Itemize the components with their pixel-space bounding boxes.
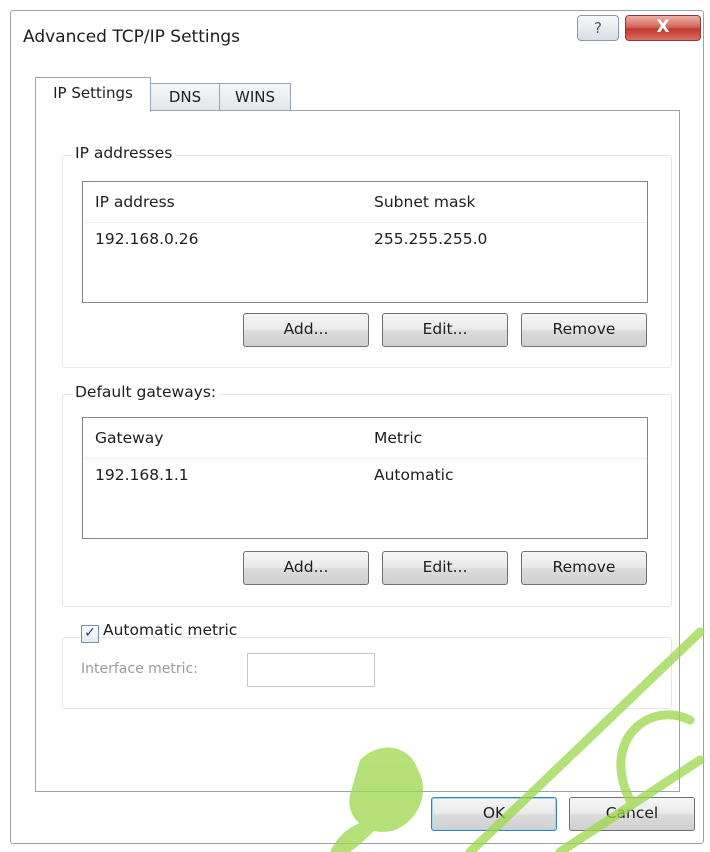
gateway-edit-button[interactable]: Edit... bbox=[382, 551, 508, 585]
window-title: Advanced TCP/IP Settings bbox=[23, 27, 241, 47]
ip-edit-button[interactable]: Edit... bbox=[382, 313, 508, 347]
help-icon: ? bbox=[594, 19, 602, 37]
tab-wins[interactable]: WINS bbox=[219, 83, 291, 110]
column-metric[interactable]: Metric bbox=[374, 429, 422, 447]
table-row[interactable]: 192.168.1.1 Automatic bbox=[83, 458, 647, 494]
close-icon: X bbox=[656, 17, 670, 37]
tab-label: IP Settings bbox=[53, 84, 133, 102]
advanced-tcpip-dialog: Advanced TCP/IP Settings ? X IP Settings… bbox=[10, 10, 704, 844]
gateway-list[interactable]: Gateway Metric 192.168.1.1 Automatic bbox=[82, 417, 648, 539]
automatic-metric-checkbox[interactable]: ✓ bbox=[81, 625, 99, 643]
gateway-add-button[interactable]: Add... bbox=[243, 551, 369, 585]
column-gateway[interactable]: Gateway bbox=[95, 429, 163, 447]
check-icon: ✓ bbox=[84, 625, 96, 641]
ip-settings-panel: IP addresses IP address Subnet mask 192.… bbox=[35, 110, 680, 792]
ip-address-list-header: IP address Subnet mask bbox=[83, 182, 647, 223]
gateway-list-header: Gateway Metric bbox=[83, 418, 647, 459]
close-button[interactable]: X bbox=[625, 15, 701, 41]
ip-address-cell: 192.168.0.26 bbox=[95, 230, 199, 248]
interface-metric-label: Interface metric: bbox=[81, 661, 198, 677]
table-row[interactable]: 192.168.0.26 255.255.255.0 bbox=[83, 222, 647, 258]
tab-label: DNS bbox=[168, 88, 202, 106]
column-ip-address[interactable]: IP address bbox=[95, 193, 175, 211]
automatic-metric-label[interactable]: Automatic metric bbox=[103, 621, 237, 639]
title-bar: Advanced TCP/IP Settings ? X bbox=[11, 11, 703, 59]
subnet-mask-cell: 255.255.255.0 bbox=[374, 230, 488, 248]
tab-dns[interactable]: DNS bbox=[149, 83, 221, 110]
tab-ip-settings[interactable]: IP Settings bbox=[35, 77, 151, 112]
column-subnet-mask[interactable]: Subnet mask bbox=[374, 193, 476, 211]
gateway-cell: 192.168.1.1 bbox=[95, 466, 189, 484]
ip-add-button[interactable]: Add... bbox=[243, 313, 369, 347]
ip-remove-button[interactable]: Remove bbox=[521, 313, 647, 347]
interface-metric-input[interactable] bbox=[247, 653, 375, 687]
ip-address-list[interactable]: IP address Subnet mask 192.168.0.26 255.… bbox=[82, 181, 648, 303]
help-button[interactable]: ? bbox=[577, 15, 619, 41]
default-gateways-group-label: Default gateways: bbox=[72, 383, 220, 401]
cancel-button[interactable]: Cancel bbox=[569, 797, 695, 831]
ip-addresses-group-label: IP addresses bbox=[72, 144, 176, 162]
tab-label: WINS bbox=[235, 88, 275, 106]
ok-button[interactable]: OK bbox=[431, 797, 557, 831]
gateway-remove-button[interactable]: Remove bbox=[521, 551, 647, 585]
metric-cell: Automatic bbox=[374, 466, 454, 484]
